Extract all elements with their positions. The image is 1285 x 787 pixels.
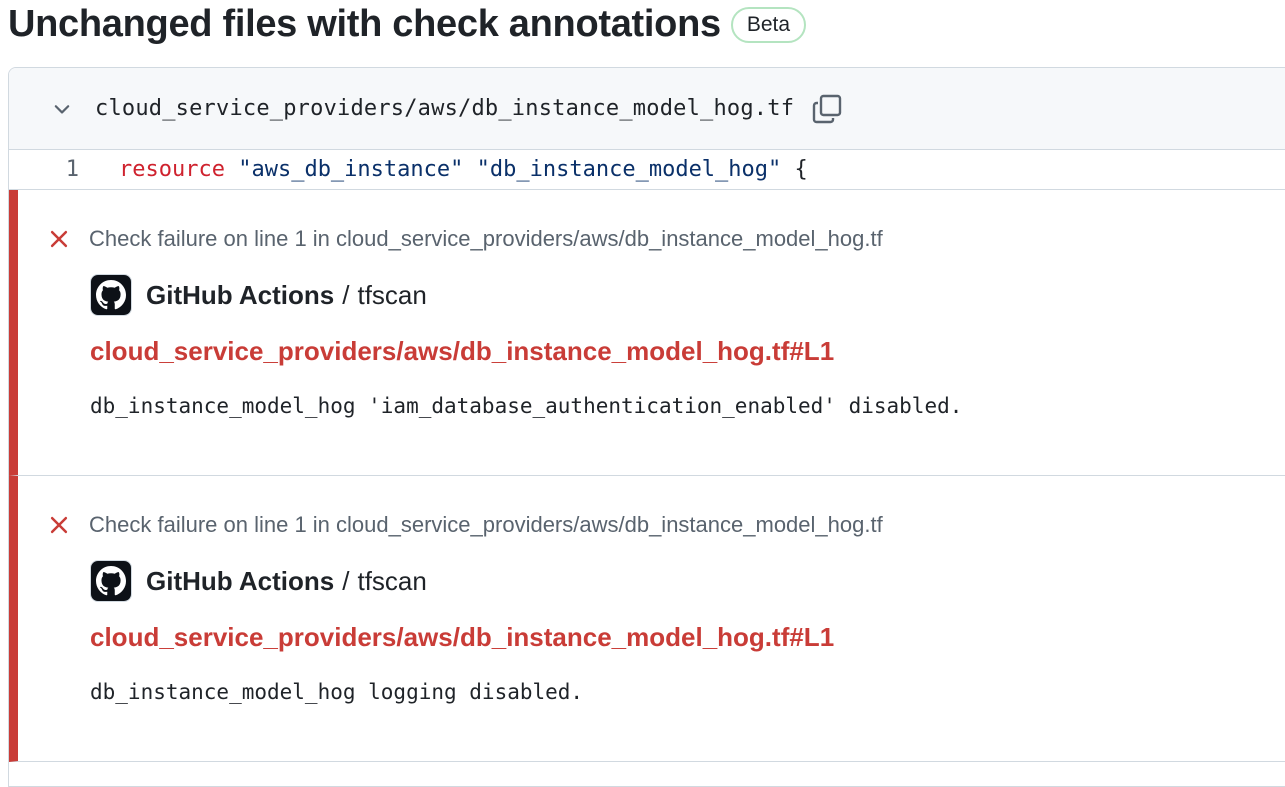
code-string: "aws_db_instance" (238, 157, 464, 182)
github-mark-icon[interactable] (90, 560, 132, 602)
source-name[interactable]: GitHub Actions (146, 280, 334, 311)
annotation-source: GitHub Actions / tfscan (90, 274, 427, 316)
annotation-file-link[interactable]: cloud_service_providers/aws/db_instance_… (90, 622, 834, 653)
annotation-title: Check failure on line 1 in cloud_service… (89, 512, 883, 537)
page-title: Unchanged files with check annotations (8, 3, 721, 45)
file-container: cloud_service_providers/aws/db_instance_… (8, 67, 1285, 787)
annotation-header: Check failure on line 1 in cloud_service… (48, 512, 883, 538)
line-number[interactable]: 1 (9, 157, 119, 182)
github-mark-icon[interactable] (90, 274, 132, 316)
code-brace: { (794, 157, 808, 182)
annotation-message: db_instance_model_hog logging disabled. (90, 680, 584, 704)
file-header: cloud_service_providers/aws/db_instance_… (9, 68, 1285, 150)
source-job[interactable]: tfscan (357, 280, 426, 311)
annotation-file-link[interactable]: cloud_service_providers/aws/db_instance_… (90, 336, 834, 367)
source-name[interactable]: GitHub Actions (146, 566, 334, 597)
file-path[interactable]: cloud_service_providers/aws/db_instance_… (95, 96, 794, 121)
annotation-title: Check failure on line 1 in cloud_service… (89, 226, 883, 251)
annotation-header: Check failure on line 1 in cloud_service… (48, 226, 883, 252)
annotation-source: GitHub Actions / tfscan (90, 560, 427, 602)
code-string: "db_instance_model_hog" (476, 157, 782, 182)
x-icon (50, 516, 68, 534)
x-icon (50, 230, 68, 248)
source-separator: / (342, 565, 350, 596)
code-keyword: resource (119, 157, 225, 182)
annotation-item: Check failure on line 1 in cloud_service… (9, 190, 1285, 476)
source-separator: / (342, 279, 350, 310)
chevron-down-icon[interactable] (49, 96, 75, 122)
page-header: Unchanged files with check annotations B… (8, 0, 807, 48)
annotation-item: Check failure on line 1 in cloud_service… (9, 476, 1285, 762)
copy-icon[interactable] (810, 92, 844, 126)
annotation-message: db_instance_model_hog 'iam_database_auth… (90, 394, 963, 418)
code-line: 1 resource "aws_db_instance" "db_instanc… (9, 150, 1285, 190)
beta-badge: Beta (730, 7, 807, 43)
source-job[interactable]: tfscan (357, 566, 426, 597)
